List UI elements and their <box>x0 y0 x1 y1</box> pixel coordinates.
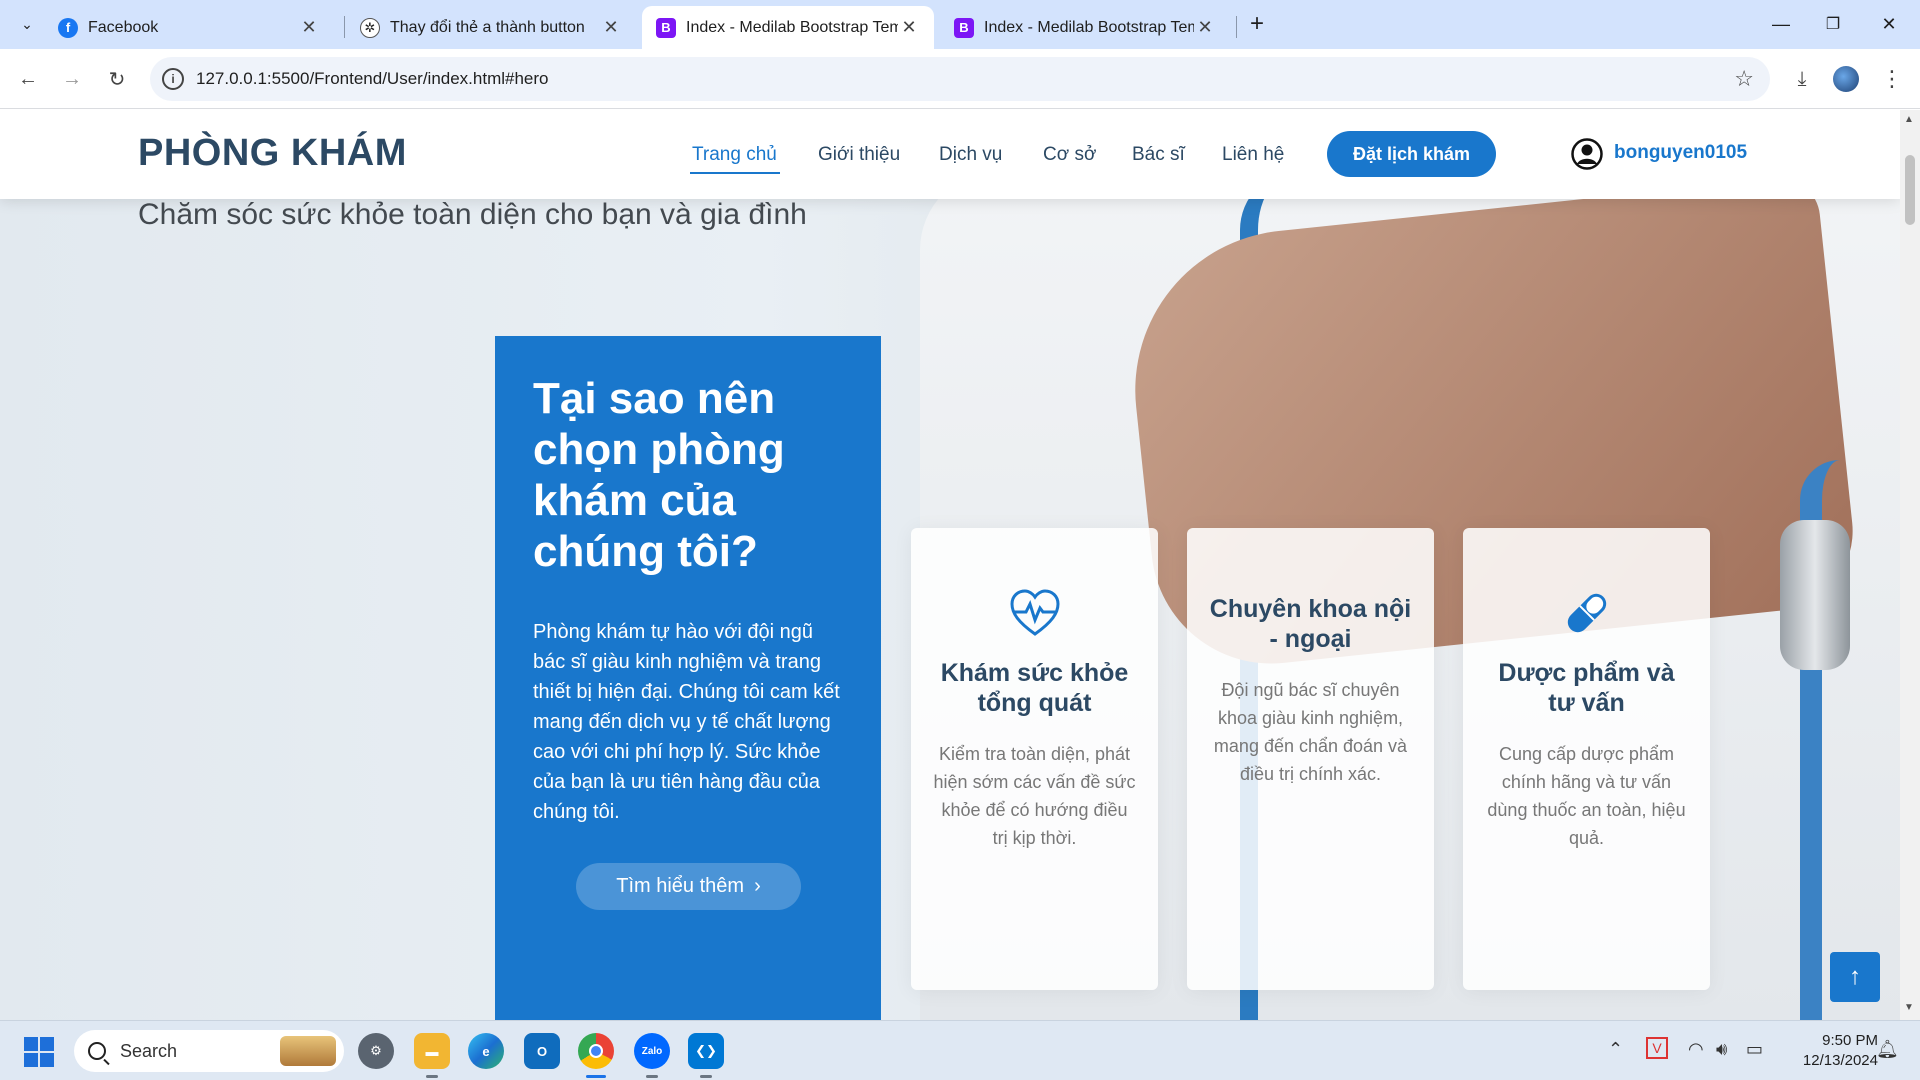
battery-icon[interactable]: ▭ <box>1746 1039 1763 1060</box>
zalo-icon[interactable]: Zalo <box>634 1033 670 1069</box>
hero-tagline: Chăm sóc sức khỏe toàn diện cho bạn và g… <box>138 198 807 231</box>
forward-icon[interactable]: → <box>56 63 88 95</box>
nav-doctors[interactable]: Bác sĩ <box>1132 144 1185 166</box>
tab-facebook[interactable]: f Facebook ✕ <box>44 6 334 49</box>
windows-taskbar: Search ⚙ ▬ e O Zalo ❮❯ ⌃ V ◠ 🔊︎ ▭ 9:50 P… <box>0 1020 1920 1080</box>
close-icon[interactable]: ✕ <box>600 17 622 38</box>
tab-title: Index - Medilab Bootstrap Temp <box>686 18 898 36</box>
tab-title: Index - Medilab Bootstrap Temp <box>984 18 1194 36</box>
chatgpt-icon: ✲ <box>360 17 380 38</box>
nav-contact[interactable]: Liên hệ <box>1222 144 1284 166</box>
tab-medilab-active[interactable]: B Index - Medilab Bootstrap Temp ✕ <box>642 6 934 49</box>
site-header: PHÒNG KHÁM Trang chủ Giới thiệu Dịch vụ … <box>0 110 1900 199</box>
chrome-icon[interactable] <box>578 1033 614 1069</box>
why-title: Tại sao nên chọn phòng khám của chúng tô… <box>533 374 785 576</box>
feature-card-pharmacy: Dược phẩm và tư vấn Cung cấp dược phẩm c… <box>1463 528 1710 990</box>
reload-icon[interactable]: ↻ <box>101 63 133 95</box>
tray-app-icon[interactable]: V <box>1646 1037 1668 1059</box>
pill-icon <box>1560 586 1614 640</box>
back-icon[interactable]: ← <box>12 63 44 95</box>
site-info-icon[interactable]: i <box>162 68 184 90</box>
browser-toolbar: ← → ↻ i 127.0.0.1:5500/Frontend/User/ind… <box>0 49 1920 109</box>
taskbar-search[interactable]: Search <box>74 1030 344 1072</box>
back-to-top-button[interactable]: ↑ <box>1830 952 1880 1002</box>
tray-chevron-up-icon[interactable]: ⌃ <box>1608 1039 1623 1060</box>
book-appointment-button[interactable]: Đặt lịch khám <box>1327 131 1496 177</box>
outlook-icon[interactable]: O <box>524 1033 560 1069</box>
windows-start-icon[interactable] <box>24 1037 54 1067</box>
wifi-icon[interactable]: ◠ <box>1688 1039 1704 1060</box>
file-explorer-icon[interactable]: ▬ <box>414 1033 450 1069</box>
notification-bell-icon[interactable]: 🔔︎ <box>1876 1039 1899 1060</box>
facebook-icon: f <box>58 17 78 38</box>
tab-medilab[interactable]: B Index - Medilab Bootstrap Temp ✕ <box>940 6 1230 49</box>
volume-icon[interactable]: 🔊︎ <box>1716 1039 1727 1060</box>
settings-icon[interactable]: ⚙ <box>358 1033 394 1069</box>
nav-home[interactable]: Trang chủ <box>692 144 777 166</box>
active-nav-underline <box>690 172 780 174</box>
learn-more-button[interactable]: Tìm hiểu thêm › <box>576 863 801 910</box>
user-circle-icon[interactable] <box>1571 138 1603 170</box>
tab-chatgpt[interactable]: ✲ Thay đổi thẻ a thành button ✕ <box>346 6 636 49</box>
scroll-down-arrow-icon[interactable]: ▼ <box>1904 1002 1914 1013</box>
clock-date: 12/13/2024 <box>1802 1052 1878 1069</box>
search-highlight-image <box>280 1036 336 1066</box>
close-icon[interactable]: ✕ <box>1194 17 1216 38</box>
page-scrollbar[interactable]: ▲ ▼ <box>1900 110 1920 1020</box>
feature-title: Chuyên khoa nội - ngoại <box>1209 595 1412 653</box>
download-icon[interactable]: ⤓ <box>1786 63 1818 95</box>
why-choose-us-card: Tại sao nên chọn phòng khám của chúng tô… <box>495 336 881 1020</box>
bootstrap-icon: B <box>656 17 676 38</box>
new-tab-button[interactable]: + <box>1234 8 1280 40</box>
feature-text: Đội ngũ bác sĩ chuyên khoa giàu kinh ngh… <box>1213 680 1408 784</box>
taskbar-clock[interactable]: 9:50 PM 12/13/2024 <box>1778 1031 1878 1071</box>
address-bar[interactable]: i 127.0.0.1:5500/Frontend/User/index.htm… <box>150 57 1770 101</box>
scroll-thumb[interactable] <box>1905 155 1915 225</box>
feature-text: Kiểm tra toàn diện, phát hiện sớm các vấ… <box>933 744 1136 848</box>
menu-kebab-icon[interactable]: ⋮ <box>1876 63 1908 95</box>
feature-title: Dược phẩm và tư vấn <box>1498 659 1675 717</box>
search-icon <box>88 1042 106 1060</box>
chevron-right-icon: › <box>754 875 761 897</box>
feature-card-specialist: Chuyên khoa nội - ngoại Đội ngũ bác sĩ c… <box>1187 528 1434 990</box>
feature-text: Cung cấp dược phẩm chính hãng và tư vấn … <box>1487 744 1686 848</box>
scroll-up-arrow-icon[interactable]: ▲ <box>1904 114 1914 125</box>
profile-avatar[interactable] <box>1830 63 1862 95</box>
browser-tab-bar: ⌄ f Facebook ✕ ✲ Thay đổi thẻ a thành bu… <box>0 0 1920 49</box>
minimize-icon[interactable]: — <box>1758 8 1804 40</box>
webpage-viewport: Chăm sóc sức khỏe toàn diện cho bạn và g… <box>0 110 1900 1020</box>
heartbeat-icon <box>1008 586 1062 640</box>
learn-more-label: Tìm hiểu thêm <box>616 875 745 897</box>
tab-title: Facebook <box>88 18 159 36</box>
taskbar-search-label: Search <box>120 1040 178 1061</box>
username-link[interactable]: bonguyen0105 <box>1614 142 1747 164</box>
bootstrap-icon: B <box>954 17 974 38</box>
close-icon[interactable]: ✕ <box>898 17 920 38</box>
feature-card-checkup: Khám sức khỏe tổng quát Kiểm tra toàn di… <box>911 528 1158 990</box>
address-url[interactable]: 127.0.0.1:5500/Frontend/User/index.html#… <box>196 69 549 89</box>
close-icon[interactable]: ✕ <box>298 17 320 38</box>
vscode-icon[interactable]: ❮❯ <box>688 1033 724 1069</box>
why-text: Phòng khám tự hào với đội ngũ bác sĩ già… <box>533 621 840 823</box>
site-logo[interactable]: PHÒNG KHÁM <box>138 132 407 175</box>
edge-icon[interactable]: e <box>468 1033 504 1069</box>
feature-title: Khám sức khỏe tổng quát <box>940 659 1129 717</box>
nav-facilities[interactable]: Cơ sở <box>1043 144 1096 166</box>
close-window-icon[interactable]: ✕ <box>1866 8 1912 40</box>
wristwatch-image <box>1780 520 1850 670</box>
bookmark-star-icon[interactable]: ☆ <box>1734 66 1754 92</box>
nav-services[interactable]: Dịch vụ <box>939 144 1002 166</box>
clock-time: 9:50 PM <box>1822 1032 1878 1049</box>
nav-about[interactable]: Giới thiệu <box>818 144 900 166</box>
tab-title: Thay đổi thẻ a thành button <box>390 18 585 36</box>
restore-icon[interactable]: ❐ <box>1810 8 1856 40</box>
